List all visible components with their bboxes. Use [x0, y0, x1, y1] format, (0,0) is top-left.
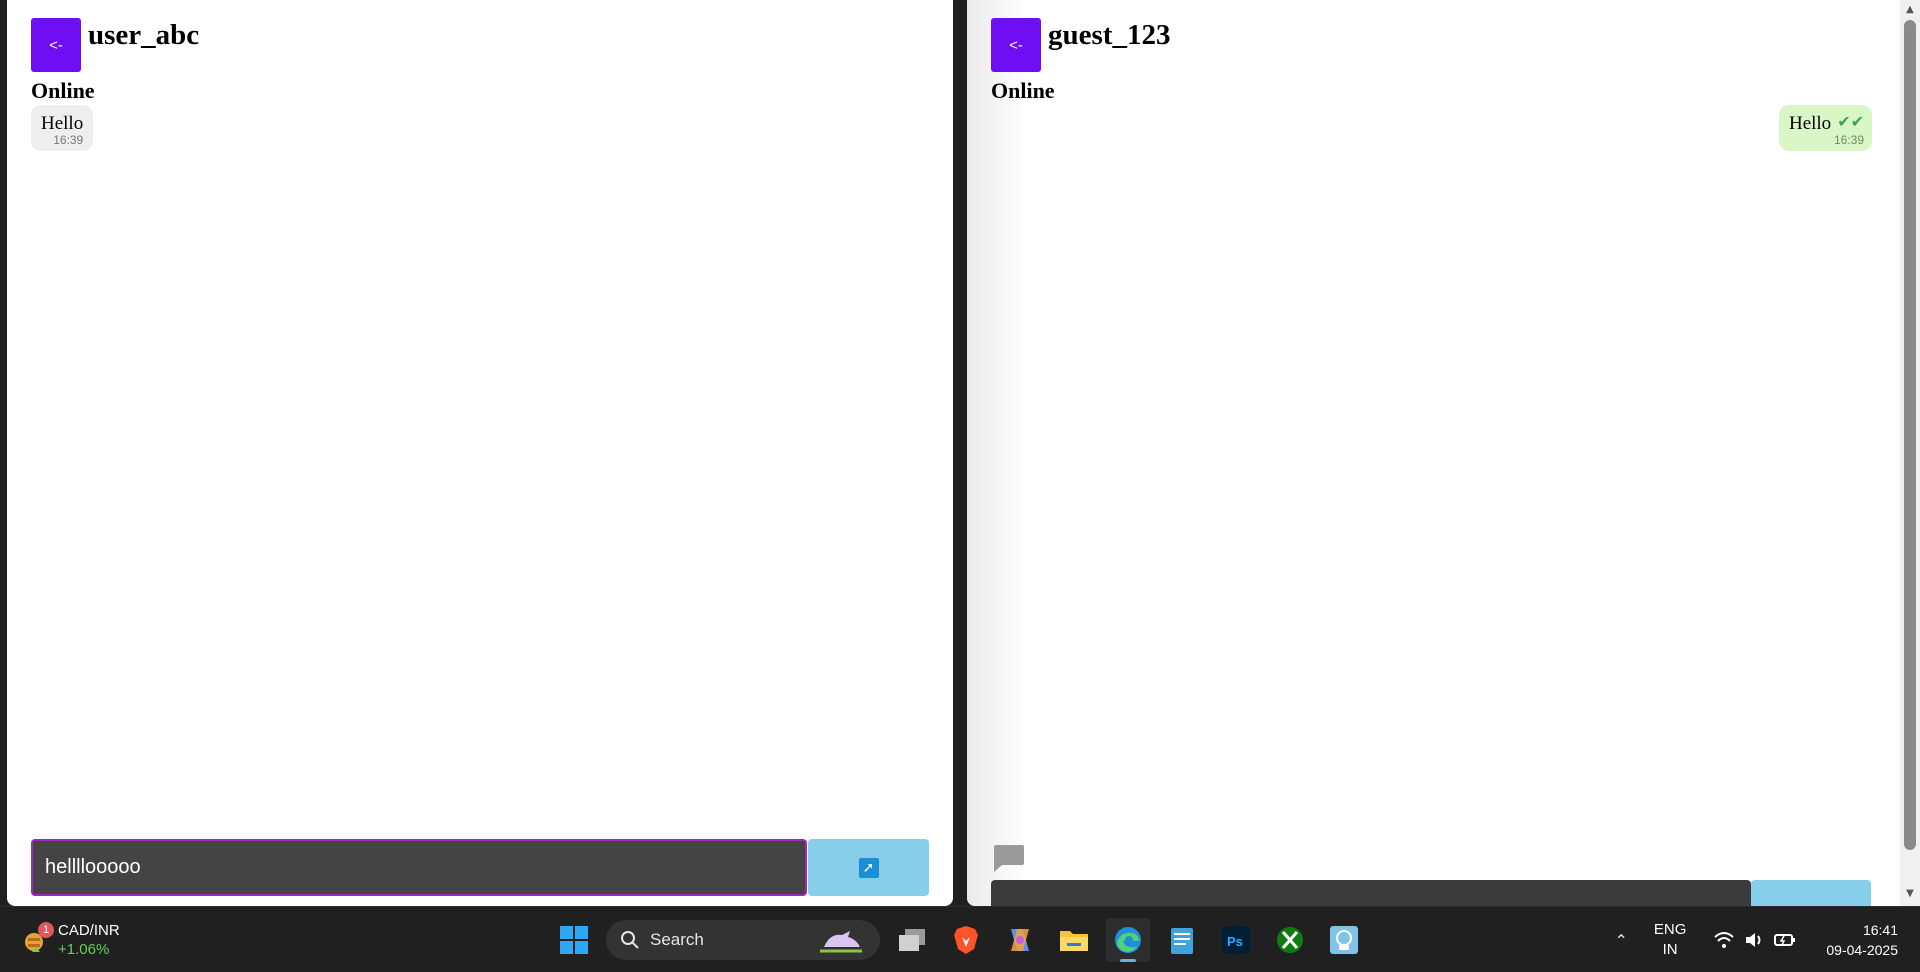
edge-browser-icon[interactable]: [1106, 918, 1150, 962]
online-status: Online: [991, 78, 1055, 103]
window-edge-shadow: [967, 0, 1027, 906]
xbox-icon[interactable]: [1268, 918, 1312, 962]
chat-window-left: <- user_abc Online Hello 16:39 ➚: [7, 0, 953, 906]
scroll-thumb[interactable]: [1904, 20, 1916, 850]
message-text: Hello: [41, 113, 84, 134]
received-message-bubble: Hello 16:39: [31, 105, 94, 151]
send-button[interactable]: [1751, 880, 1871, 906]
task-view-icon[interactable]: [890, 918, 934, 962]
message-input[interactable]: [31, 839, 807, 896]
remote-app-icon[interactable]: [1322, 918, 1366, 962]
scroll-up-icon[interactable]: ▲: [1904, 4, 1916, 16]
message-text: Hello: [1788, 113, 1832, 134]
photoshop-icon[interactable]: Ps: [1214, 918, 1258, 962]
tray-icons: [1714, 931, 1796, 949]
language-code: ENG: [1653, 921, 1687, 938]
system-clock[interactable]: 16:41 09-04-2025: [1826, 920, 1898, 960]
taskbar-search[interactable]: Search: [606, 920, 880, 960]
brave-browser-icon[interactable]: [944, 918, 988, 962]
battery-icon[interactable]: [1774, 931, 1796, 949]
chat-window-right: <- guest_123 Online Hello ✔✔ 16:39 ▲ ▼: [967, 0, 1920, 906]
send-icon: ➚: [858, 857, 879, 878]
taskbar-apps: Search Ps: [552, 918, 1366, 962]
chat-header: <- user_abc: [31, 18, 199, 72]
windows-start-icon[interactable]: [552, 918, 596, 962]
svg-text:Ps: Ps: [1227, 934, 1243, 949]
region-code: IN: [1662, 941, 1678, 958]
scrollbar[interactable]: ▲ ▼: [1900, 0, 1920, 906]
chat-contact-name: user_abc: [88, 19, 200, 51]
message-time: 16:39: [1833, 133, 1864, 147]
unicorn-icon: [820, 931, 862, 953]
search-icon: [621, 931, 639, 949]
system-tray: ⌃ ENG IN 16:41 09-04-2025: [1614, 907, 1920, 972]
double-check-icon: ✔✔: [1837, 111, 1864, 131]
file-explorer-icon[interactable]: [1052, 918, 1096, 962]
chat-contact-name: guest_123: [1048, 19, 1171, 51]
currency-change: +1.06%: [58, 941, 110, 958]
notification-badge: 1: [38, 922, 54, 938]
currency-widget[interactable]: 1 CAD/INR +1.06%: [22, 921, 120, 959]
send-button[interactable]: ➚: [808, 839, 929, 896]
message-input[interactable]: [991, 880, 1751, 906]
clock-date: 09-04-2025: [1826, 942, 1898, 958]
back-button[interactable]: <-: [31, 18, 81, 72]
wifi-icon[interactable]: [1714, 931, 1735, 949]
taskbar: 1 CAD/INR +1.06% Search Ps ⌃ ENG IN 16:4…: [0, 906, 1920, 972]
chevron-up-icon[interactable]: ⌃: [1614, 931, 1627, 950]
notepad-icon[interactable]: [1160, 918, 1204, 962]
currency-pair: CAD/INR: [58, 922, 120, 939]
search-label: Search: [650, 930, 704, 949]
message-time: 16:39: [53, 133, 84, 147]
volume-icon[interactable]: [1744, 931, 1764, 949]
chat-bubble-icon[interactable]: [991, 843, 1025, 873]
chat-header: <- guest_123: [991, 18, 1170, 72]
copilot-icon[interactable]: [998, 918, 1042, 962]
stocks-icon: 1: [22, 922, 54, 954]
back-button[interactable]: <-: [991, 18, 1041, 72]
clock-time: 16:41: [1862, 922, 1898, 938]
sent-message-bubble: Hello ✔✔ 16:39: [1778, 105, 1872, 151]
scroll-down-icon[interactable]: ▼: [1904, 888, 1916, 900]
online-status: Online: [31, 78, 95, 103]
input-language[interactable]: ENG IN: [1654, 920, 1687, 960]
